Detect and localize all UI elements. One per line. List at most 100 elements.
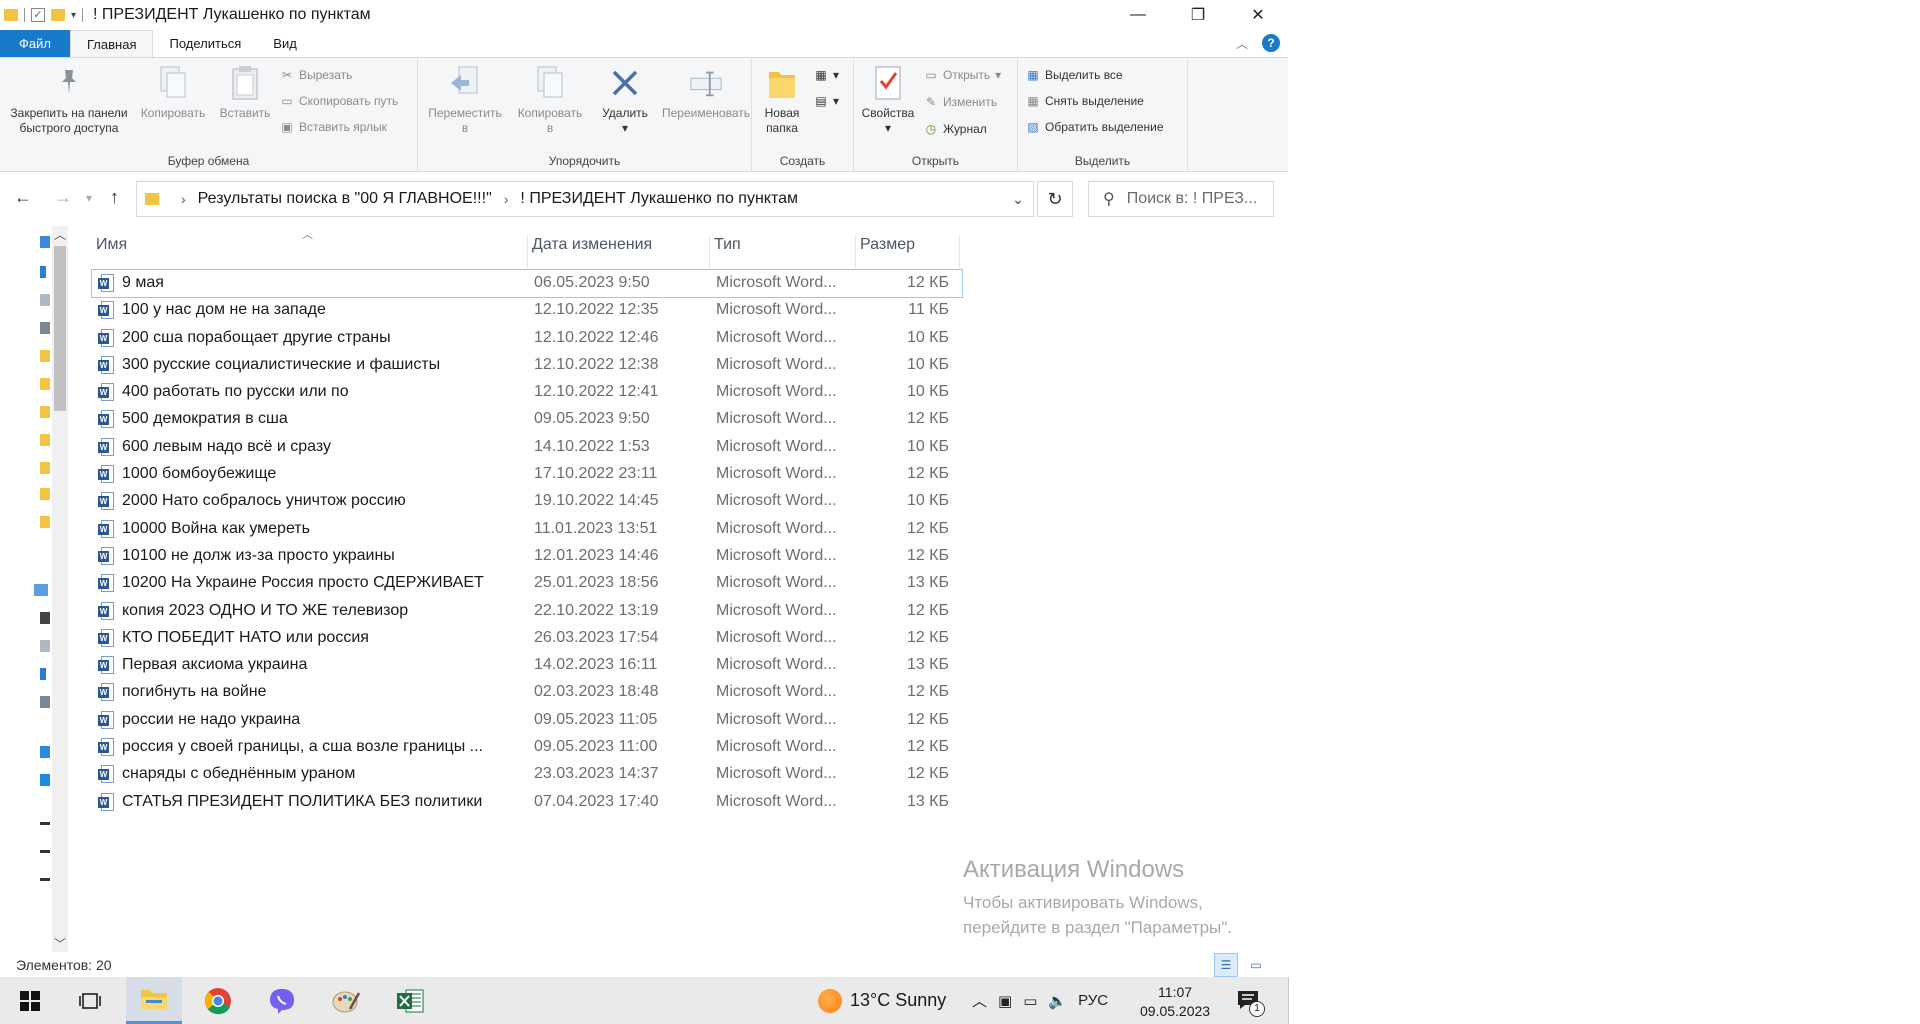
file-row[interactable]: Wроссии не надо украина 09.05.2023 11:05 M… — [92, 707, 962, 734]
folder-icon[interactable] — [40, 516, 50, 528]
customize-toolbar-icon[interactable]: ▾ — [71, 10, 76, 21]
copy-path-button[interactable]: ▭ Скопировать путь — [280, 94, 398, 108]
breadcrumb-current-folder[interactable]: ! ПРЕЗИДЕНТ Лукашенко по пунктам — [520, 190, 798, 208]
collapse-ribbon-icon[interactable]: ︿ — [1236, 35, 1248, 52]
back-arrow-icon[interactable]: ← — [14, 187, 32, 208]
taskbar-viber[interactable] — [254, 977, 310, 1024]
language-indicator[interactable]: РУС — [1078, 992, 1108, 1009]
taskbar-file-explorer[interactable] — [126, 977, 182, 1024]
documents-icon[interactable] — [40, 294, 50, 306]
file-row[interactable]: Wроссия у своей границы, а сша возле гра… — [92, 734, 962, 761]
new-folder-icon[interactable] — [51, 9, 65, 21]
windows-drive-icon[interactable] — [40, 774, 50, 786]
close-button[interactable]: ✕ — [1228, 0, 1288, 30]
select-all-button[interactable]: ▦ Выделить все — [1026, 68, 1122, 82]
file-row[interactable]: W 10000 Война как умереть 11.01.2023 13:51… — [92, 516, 962, 543]
taskbar-chrome[interactable] — [190, 977, 246, 1024]
tab-file[interactable]: Файл — [0, 30, 70, 57]
folder-icon[interactable] — [40, 462, 50, 474]
folder-icon[interactable] — [40, 350, 50, 362]
cut-button[interactable]: ✂ Вырезать — [280, 68, 352, 82]
large-icons-view-button[interactable]: ▭ — [1244, 953, 1268, 977]
copy-button[interactable]: Копировать — [138, 62, 208, 121]
file-row[interactable]: W 10200 На Украине Россия просто СДЕРЖИВА… — [92, 570, 962, 597]
copy-to-button[interactable]: Копировать в — [510, 62, 590, 136]
details-view-button[interactable]: ☰ — [1214, 953, 1238, 977]
drive-icon[interactable] — [40, 850, 50, 853]
file-row[interactable]: Wснаряды с обеднённым ураном 23.03.2023 1… — [92, 761, 962, 788]
drive-icon[interactable] — [40, 822, 50, 825]
minimize-button[interactable]: — — [1108, 0, 1168, 30]
column-date-modified[interactable]: Дата изменения — [528, 236, 710, 270]
file-row[interactable]: W 400 работать по русски или по 12.10.2022… — [92, 379, 962, 406]
properties-button[interactable]: Свойства ▾ — [856, 62, 920, 136]
address-bar[interactable]: › Результаты поиска в "00 Я ГЛАВНОЕ!!!" … — [136, 181, 1034, 217]
taskbar-excel[interactable] — [382, 977, 438, 1024]
weather-widget[interactable]: 13°C Sunny — [818, 977, 946, 1024]
breadcrumb-separator-icon[interactable]: › — [504, 191, 509, 207]
show-hidden-icons-icon[interactable]: ︿ — [972, 990, 987, 1011]
task-view-button[interactable] — [62, 977, 118, 1024]
file-row[interactable]: W СТАТЬЯ ПРЕЗИДЕНТ ПОЛИТИКА БЕЗ политики 0… — [92, 789, 962, 816]
file-row[interactable]: W 600 левым надо всё и сразу 14.10.2022 1:… — [92, 434, 962, 461]
scroll-down-icon[interactable]: ﹀ — [52, 935, 68, 952]
file-row[interactable]: W 500 демократия в сша 09.05.2023 9:50 Micr… — [92, 406, 962, 433]
tab-view[interactable]: Вид — [257, 30, 313, 57]
forward-arrow-icon[interactable]: → — [54, 187, 72, 208]
move-to-button[interactable]: Переместить в — [424, 62, 506, 136]
start-button[interactable] — [2, 977, 58, 1024]
edit-button[interactable]: ✎ Изменить — [924, 95, 997, 109]
refresh-button[interactable]: ↻ — [1037, 181, 1073, 217]
volume-icon[interactable]: 🔈 — [1048, 992, 1067, 1010]
download-icon[interactable] — [40, 266, 46, 278]
file-row[interactable]: W 9 мая 06.05.2023 9:50 Microsoft Word... 12… — [91, 268, 963, 299]
tab-share[interactable]: Поделиться — [153, 30, 257, 57]
scroll-up-icon[interactable]: ︿ — [52, 226, 68, 243]
up-arrow-icon[interactable]: ↑ — [110, 187, 119, 208]
file-row[interactable]: W 2000 Нато собралось уничтож россию 19.10… — [92, 488, 962, 515]
network-icon[interactable]: ▭ — [1023, 992, 1037, 1010]
paste-shortcut-button[interactable]: ▣ Вставить ярлык — [280, 120, 387, 134]
action-center-button[interactable]: 1 — [1235, 987, 1265, 1017]
breadcrumb-search-results[interactable]: Результаты поиска в "00 Я ГЛАВНОЕ!!!" — [198, 190, 492, 208]
pin-quick-access-button[interactable]: Закрепить на панели быстрого доступа — [6, 62, 132, 136]
taskbar-paint[interactable] — [318, 977, 374, 1024]
folder-icon[interactable] — [40, 378, 50, 390]
search-input[interactable]: ⚲ Поиск в: ! ПРЕЗ... — [1088, 181, 1274, 217]
select-none-button[interactable]: ▦ Снять выделение — [1026, 94, 1144, 108]
drive-icon[interactable] — [40, 878, 50, 881]
properties-icon[interactable]: ✓ — [31, 8, 45, 22]
file-row[interactable]: W 10100 не долж из-за просто украины 12.01… — [92, 543, 962, 570]
usb-device-icon[interactable]: ▣ — [998, 992, 1012, 1010]
documents-icon[interactable] — [40, 640, 50, 652]
file-row[interactable]: W 200 сша порабощает другие страны 12.10.2… — [92, 325, 962, 352]
open-button[interactable]: ▭ Открыть ▾ — [924, 68, 1001, 82]
new-folder-button[interactable]: Новая папка — [756, 62, 808, 136]
scrollbar-thumb[interactable] — [54, 246, 66, 411]
folder-icon[interactable] — [40, 434, 50, 446]
file-row[interactable]: W КТО ПОБЕДИТ НАТО или россия 26.03.2023 1… — [92, 625, 962, 652]
desktop-icon[interactable] — [40, 746, 50, 758]
easy-access-button[interactable]: ▤ ▾ — [814, 94, 839, 108]
file-row[interactable]: W 1000 бомбоубежище 17.10.2022 23:11 Micros… — [92, 461, 962, 488]
file-row[interactable]: Wпогибнуть на войне 02.03.2023 18:48 Micro… — [92, 679, 962, 706]
this-pc-icon[interactable] — [34, 584, 48, 596]
folder-icon[interactable] — [40, 488, 50, 500]
file-row[interactable]: Wкопия 2023 ОДНО И ТО ЖЕ телевизор 22.10.… — [92, 598, 962, 625]
clock[interactable]: 11:07 09.05.2023 — [1140, 983, 1210, 1021]
file-row[interactable]: W 100 у нас дом не на западе 12.10.2022 12… — [92, 297, 962, 324]
recent-locations-icon[interactable]: ▾ — [86, 191, 92, 205]
column-name[interactable]: Имя — [92, 236, 528, 270]
column-size[interactable]: Размер — [856, 236, 960, 270]
pictures-icon[interactable] — [40, 322, 50, 334]
file-row[interactable]: W Первая аксиома украина 14.02.2023 16:11 M… — [92, 652, 962, 679]
paste-button[interactable]: Вставить — [214, 62, 276, 121]
tab-home[interactable]: Главная — [70, 30, 154, 57]
rename-button[interactable]: Переименовать — [662, 62, 750, 121]
address-dropdown-icon[interactable]: ⌄ — [1003, 182, 1033, 216]
quick-access-icon[interactable] — [40, 236, 50, 248]
breadcrumb-separator-icon[interactable]: › — [181, 191, 186, 207]
pictures-icon[interactable] — [40, 696, 50, 708]
help-icon[interactable]: ? — [1262, 34, 1280, 52]
new-item-button[interactable]: ▦ ▾ — [814, 68, 839, 82]
